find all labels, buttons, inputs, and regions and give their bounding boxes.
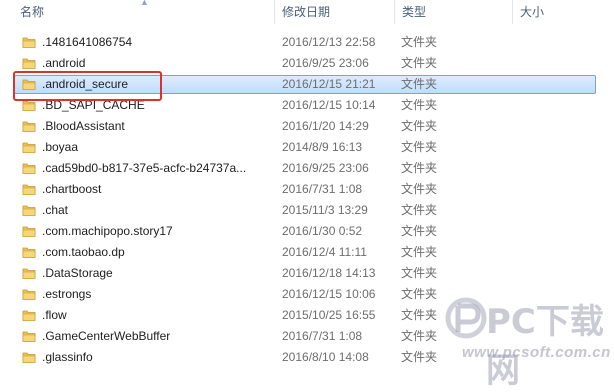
column-header-type[interactable]: 类型	[396, 0, 512, 24]
modified-date: 2016/12/13 22:58	[282, 35, 376, 49]
table-row[interactable]: .estrongs 2016/12/15 10:06 文件夹	[0, 284, 614, 305]
file-type: 文件夹	[401, 35, 438, 49]
folder-icon	[22, 184, 36, 195]
modified-date: 2015/11/3 13:29	[282, 203, 368, 217]
file-type: 文件夹	[401, 287, 438, 301]
highlight-annotation	[13, 71, 162, 101]
file-name: .BloodAssistant	[42, 119, 125, 133]
folder-icon	[22, 331, 36, 342]
table-row[interactable]: .1481641086754 2016/12/13 22:58 文件夹	[0, 32, 614, 53]
folder-icon	[22, 310, 36, 321]
file-type: 文件夹	[401, 350, 438, 364]
file-name: .flow	[42, 308, 67, 322]
file-type: 文件夹	[401, 182, 438, 196]
modified-date: 2014/8/9 16:13	[282, 140, 363, 154]
modified-date: 2016/1/20 14:29	[282, 119, 369, 133]
file-type: 文件夹	[401, 161, 438, 175]
column-header-size[interactable]: 大小	[514, 0, 614, 24]
file-name: .cad59bd0-b817-37e5-acfc-b24737a...	[42, 161, 247, 175]
table-row[interactable]: .chat 2015/11/3 13:29 文件夹	[0, 200, 614, 221]
modified-date: 2016/7/31 1:08	[282, 329, 363, 343]
file-name: .DataStorage	[42, 266, 113, 280]
file-type: 文件夹	[401, 98, 438, 112]
column-header-date[interactable]: 修改日期	[276, 0, 394, 24]
table-row[interactable]: .com.taobao.dp 2016/12/4 11:11 文件夹	[0, 242, 614, 263]
modified-date: 2016/9/25 23:06	[282, 56, 369, 70]
folder-icon	[22, 37, 36, 48]
column-header-bar: ▲ 名称 修改日期 类型 大小	[0, 0, 614, 24]
folder-icon	[22, 247, 36, 258]
modified-date: 2016/12/15 10:06	[282, 287, 376, 301]
modified-date: 2016/12/18 14:13	[282, 266, 376, 280]
table-row[interactable]: .glassinfo 2016/8/10 14:08 文件夹	[0, 347, 614, 368]
file-name: .boyaa	[42, 140, 79, 154]
folder-icon	[22, 205, 36, 216]
table-row[interactable]: .boyaa 2014/8/9 16:13 文件夹	[0, 137, 614, 158]
table-row[interactable]: .flow 2015/10/25 16:55 文件夹	[0, 305, 614, 326]
table-row[interactable]: .BloodAssistant 2016/1/20 14:29 文件夹	[0, 116, 614, 137]
folder-icon	[22, 352, 36, 363]
file-name: .com.machipopo.story17	[42, 224, 173, 238]
modified-date: 2016/8/10 14:08	[282, 350, 369, 364]
file-type: 文件夹	[401, 266, 438, 280]
folder-icon	[22, 142, 36, 153]
folder-icon	[22, 268, 36, 279]
file-name: .GameCenterWebBuffer	[42, 329, 171, 343]
file-name: .com.taobao.dp	[42, 245, 125, 259]
modified-date: 2016/12/15 21:21	[282, 77, 376, 91]
file-type: 文件夹	[401, 308, 438, 322]
file-type: 文件夹	[401, 77, 438, 91]
modified-date: 2016/1/30 0:52	[282, 224, 363, 238]
file-type: 文件夹	[401, 119, 438, 133]
folder-icon	[22, 163, 36, 174]
column-divider[interactable]	[512, 0, 513, 24]
column-header-name[interactable]: 名称	[14, 0, 274, 24]
file-name: .glassinfo	[42, 350, 93, 364]
file-type: 文件夹	[401, 140, 438, 154]
file-type: 文件夹	[401, 224, 438, 238]
file-name: .chat	[42, 203, 69, 217]
modified-date: 2016/12/4 11:11	[282, 245, 367, 259]
folder-icon	[22, 289, 36, 300]
modified-date: 2016/7/31 1:08	[282, 182, 363, 196]
file-name: .chartboost	[42, 182, 102, 196]
table-row[interactable]: .cad59bd0-b817-37e5-acfc-b24737a... 2016/…	[0, 158, 614, 179]
modified-date: 2016/12/15 10:14	[282, 98, 376, 112]
file-type: 文件夹	[401, 329, 438, 343]
modified-date: 2016/9/25 23:06	[282, 161, 369, 175]
column-divider[interactable]	[394, 0, 395, 24]
modified-date: 2015/10/25 16:55	[282, 308, 376, 322]
file-type: 文件夹	[401, 203, 438, 217]
file-name: .1481641086754	[42, 35, 133, 49]
table-row[interactable]: .chartboost 2016/7/31 1:08 文件夹	[0, 179, 614, 200]
folder-icon	[22, 226, 36, 237]
file-name: .estrongs	[42, 287, 92, 301]
table-row[interactable]: .DataStorage 2016/12/18 14:13 文件夹	[0, 263, 614, 284]
file-type: 文件夹	[401, 245, 438, 259]
column-divider[interactable]	[274, 0, 275, 24]
folder-icon	[22, 58, 36, 69]
folder-icon	[22, 121, 36, 132]
table-row[interactable]: .GameCenterWebBuffer 2016/7/31 1:08 文件夹	[0, 326, 614, 347]
file-type: 文件夹	[401, 56, 438, 70]
table-row[interactable]: .com.machipopo.story17 2016/1/30 0:52 文件夹	[0, 221, 614, 242]
